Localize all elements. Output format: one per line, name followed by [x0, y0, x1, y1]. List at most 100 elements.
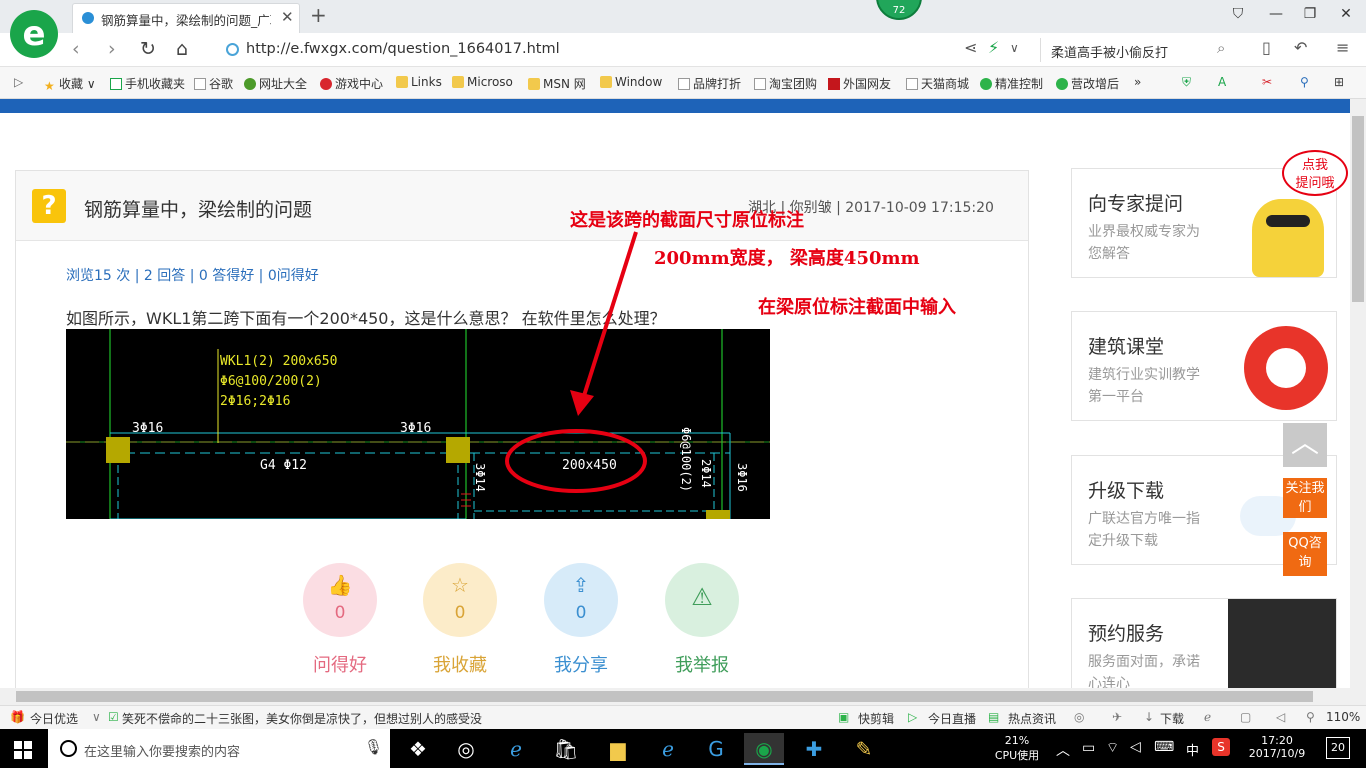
zoom-level[interactable]: 110% — [1326, 710, 1360, 724]
undo-icon[interactable]: ↶ — [1294, 38, 1307, 57]
skin-icon[interactable]: ⛉ — [1228, 6, 1248, 22]
bookmark-msn[interactable]: MSN 网 — [528, 75, 586, 92]
share-label[interactable]: 我分享 — [531, 651, 631, 677]
cpu-meter[interactable]: 21% CPU使用 — [990, 734, 1044, 763]
scissors-icon[interactable]: ✂ — [1262, 75, 1272, 89]
qq-consult-button[interactable]: QQ咨询 — [1283, 532, 1327, 576]
bookmark-vat[interactable]: 营改增后 — [1056, 75, 1119, 92]
horizontal-scroll-thumb[interactable] — [16, 691, 1313, 702]
apps-icon[interactable]: ⊞ — [1334, 75, 1344, 89]
chevron-down-icon[interactable]: ∨ — [92, 710, 101, 724]
report-button[interactable]: ⚠ — [665, 563, 739, 637]
back-icon[interactable]: ‹ — [72, 38, 80, 60]
speed-icon[interactable]: ◎ — [1074, 710, 1084, 724]
shield-icon[interactable]: ⛨ — [1182, 75, 1191, 90]
refresh-icon[interactable]: ↻ — [140, 38, 156, 60]
bookmark-brand[interactable]: 品牌打折 — [678, 75, 741, 92]
search-input[interactable]: 柔道高手被小偷反打 ⌕ — [1040, 38, 1240, 62]
bookmark-mobile[interactable]: 手机收藏夹 — [110, 75, 185, 92]
favorite-button[interactable]: ☆ 0 — [423, 563, 497, 637]
bookmark-directory[interactable]: 网址大全 — [244, 75, 307, 92]
task-view-icon[interactable]: ❖ — [398, 733, 438, 765]
bookmark-windows[interactable]: Window — [600, 75, 662, 89]
ie-icon[interactable]: ℯ — [1204, 710, 1211, 724]
store-icon[interactable]: 🛍 — [546, 733, 586, 765]
appointment-card[interactable]: 预约服务 服务面对面，承诺心连心 — [1071, 598, 1337, 690]
keyboard-icon[interactable]: ⌨ — [1154, 739, 1174, 755]
ie-icon[interactable]: ℯ — [648, 733, 688, 765]
bookmark-games[interactable]: 游戏中心 — [320, 75, 383, 92]
share-button[interactable]: ⇪ 0 — [544, 563, 618, 637]
search-icon[interactable]: ⌕ — [1217, 39, 1225, 57]
chat-icon — [1056, 78, 1068, 90]
mute-icon[interactable]: ◁ — [1276, 710, 1285, 724]
more-bookmarks-icon[interactable]: » — [1134, 75, 1141, 89]
edge-icon[interactable]: ℯ — [496, 733, 536, 765]
tools-icon[interactable]: ✈ — [1112, 710, 1122, 724]
url-field[interactable]: http://e.fwxgx.com/question_1664017.html — [222, 38, 962, 62]
close-tab-icon[interactable]: ✕ — [281, 8, 294, 26]
favorite-label[interactable]: 我收藏 — [410, 651, 510, 677]
back-to-top-button[interactable]: ︿ — [1283, 423, 1327, 467]
browser-logo-icon[interactable]: e — [10, 10, 58, 58]
translate-icon[interactable]: A — [1218, 75, 1226, 89]
bookmark-links[interactable]: Links — [396, 75, 442, 89]
browser-taskbar-icon[interactable]: ◉ — [744, 733, 784, 765]
question-stats[interactable]: 浏览15 次 | 2 回答 | 0 答得好 | 0问得好 — [66, 265, 319, 285]
star-icon: ★ — [44, 79, 55, 93]
address-bar: ‹ › ↻ ⌂ http://e.fwxgx.com/question_1664… — [0, 33, 1366, 67]
hot-news[interactable]: 热点资讯 — [1008, 710, 1056, 727]
notes-icon[interactable]: ✎ — [844, 733, 884, 765]
new-tab-button[interactable]: + — [310, 3, 327, 27]
news-ticker[interactable]: 笑死不偿命的二十三张图，美女你倒是凉快了，但想过别人的感受没 — [122, 710, 482, 727]
restore-button[interactable]: ❐ — [1300, 6, 1320, 22]
bookmark-microsoft[interactable]: Microso — [452, 75, 513, 89]
tab-question[interactable]: 钢筋算量中，梁绘制的问题_广联 ✕ — [72, 3, 300, 33]
wifi-icon[interactable]: ⌔ — [1106, 739, 1119, 757]
tray-expand-icon[interactable]: ︿ — [1056, 740, 1070, 760]
bookmark-precise[interactable]: 精准控制 — [980, 75, 1043, 92]
report-label[interactable]: 我举报 — [652, 651, 752, 677]
building-class-card[interactable]: 建筑课堂 建筑行业实训教学第一平台 — [1071, 311, 1337, 421]
battery-icon[interactable]: ▭ — [1082, 740, 1095, 756]
sidebar-toggle-icon[interactable]: ▷ — [14, 75, 23, 89]
windows-start-icon[interactable] — [14, 741, 32, 759]
explorer-folder-icon[interactable]: ▆ — [598, 733, 638, 765]
volume-icon[interactable]: ◁ — [1130, 739, 1141, 755]
bookmark-favorites[interactable]: ★ 收藏 ∨ — [44, 75, 96, 93]
chevron-down-icon[interactable]: ∨ — [1010, 41, 1019, 55]
minimize-button[interactable]: — — [1266, 6, 1286, 22]
ask-bubble[interactable]: 点我 提问哦 — [1282, 150, 1348, 196]
window-icon[interactable]: ▢ — [1240, 710, 1251, 724]
app-plus-icon[interactable]: ✚ — [794, 733, 834, 765]
app-spiral-icon[interactable]: ◎ — [446, 733, 486, 765]
like-label[interactable]: 问得好 — [290, 651, 390, 677]
quick-clip[interactable]: 快剪辑 — [858, 710, 894, 727]
ime-indicator[interactable]: 中 — [1186, 740, 1199, 759]
forward-icon[interactable]: › — [108, 38, 116, 60]
phone-icon[interactable]: ▯ — [1262, 38, 1271, 57]
bookmark-foreign[interactable]: 外国网友 — [828, 75, 891, 92]
menu-icon[interactable]: ≡ — [1336, 38, 1349, 57]
follow-us-button[interactable]: 关注我们 — [1283, 478, 1327, 518]
close-window-button[interactable]: ✕ — [1336, 6, 1356, 22]
like-button[interactable]: 👍 0 — [303, 563, 377, 637]
home-icon[interactable]: ⌂ — [176, 38, 188, 60]
download-link[interactable]: 下载 — [1160, 710, 1184, 727]
bookmark-tmall[interactable]: 天猫商城 — [906, 75, 969, 92]
today-live[interactable]: 今日直播 — [928, 710, 976, 727]
page-icon — [754, 78, 766, 90]
clock[interactable]: 17:20 2017/10/9 — [1246, 734, 1308, 760]
microphone-icon[interactable]: 🎙 — [364, 738, 383, 756]
glodon-app-icon[interactable]: G — [696, 733, 736, 765]
bookmark-taobao[interactable]: 淘宝团购 — [754, 75, 817, 92]
action-center-icon[interactable]: 20 — [1326, 737, 1350, 759]
share-icon[interactable]: ⋖ — [964, 38, 977, 57]
taskbar-search-input[interactable]: 在这里输入你要搜索的内容 🎙 — [48, 729, 390, 768]
zoom-icon[interactable]: ⚲ — [1300, 75, 1309, 89]
sogou-icon[interactable]: S — [1212, 738, 1230, 756]
today-picks[interactable]: 今日优选 — [30, 710, 78, 727]
vertical-scroll-thumb[interactable] — [1352, 116, 1364, 302]
lightning-icon[interactable]: ⚡ — [988, 38, 999, 57]
bookmark-google[interactable]: 谷歌 — [194, 75, 233, 92]
